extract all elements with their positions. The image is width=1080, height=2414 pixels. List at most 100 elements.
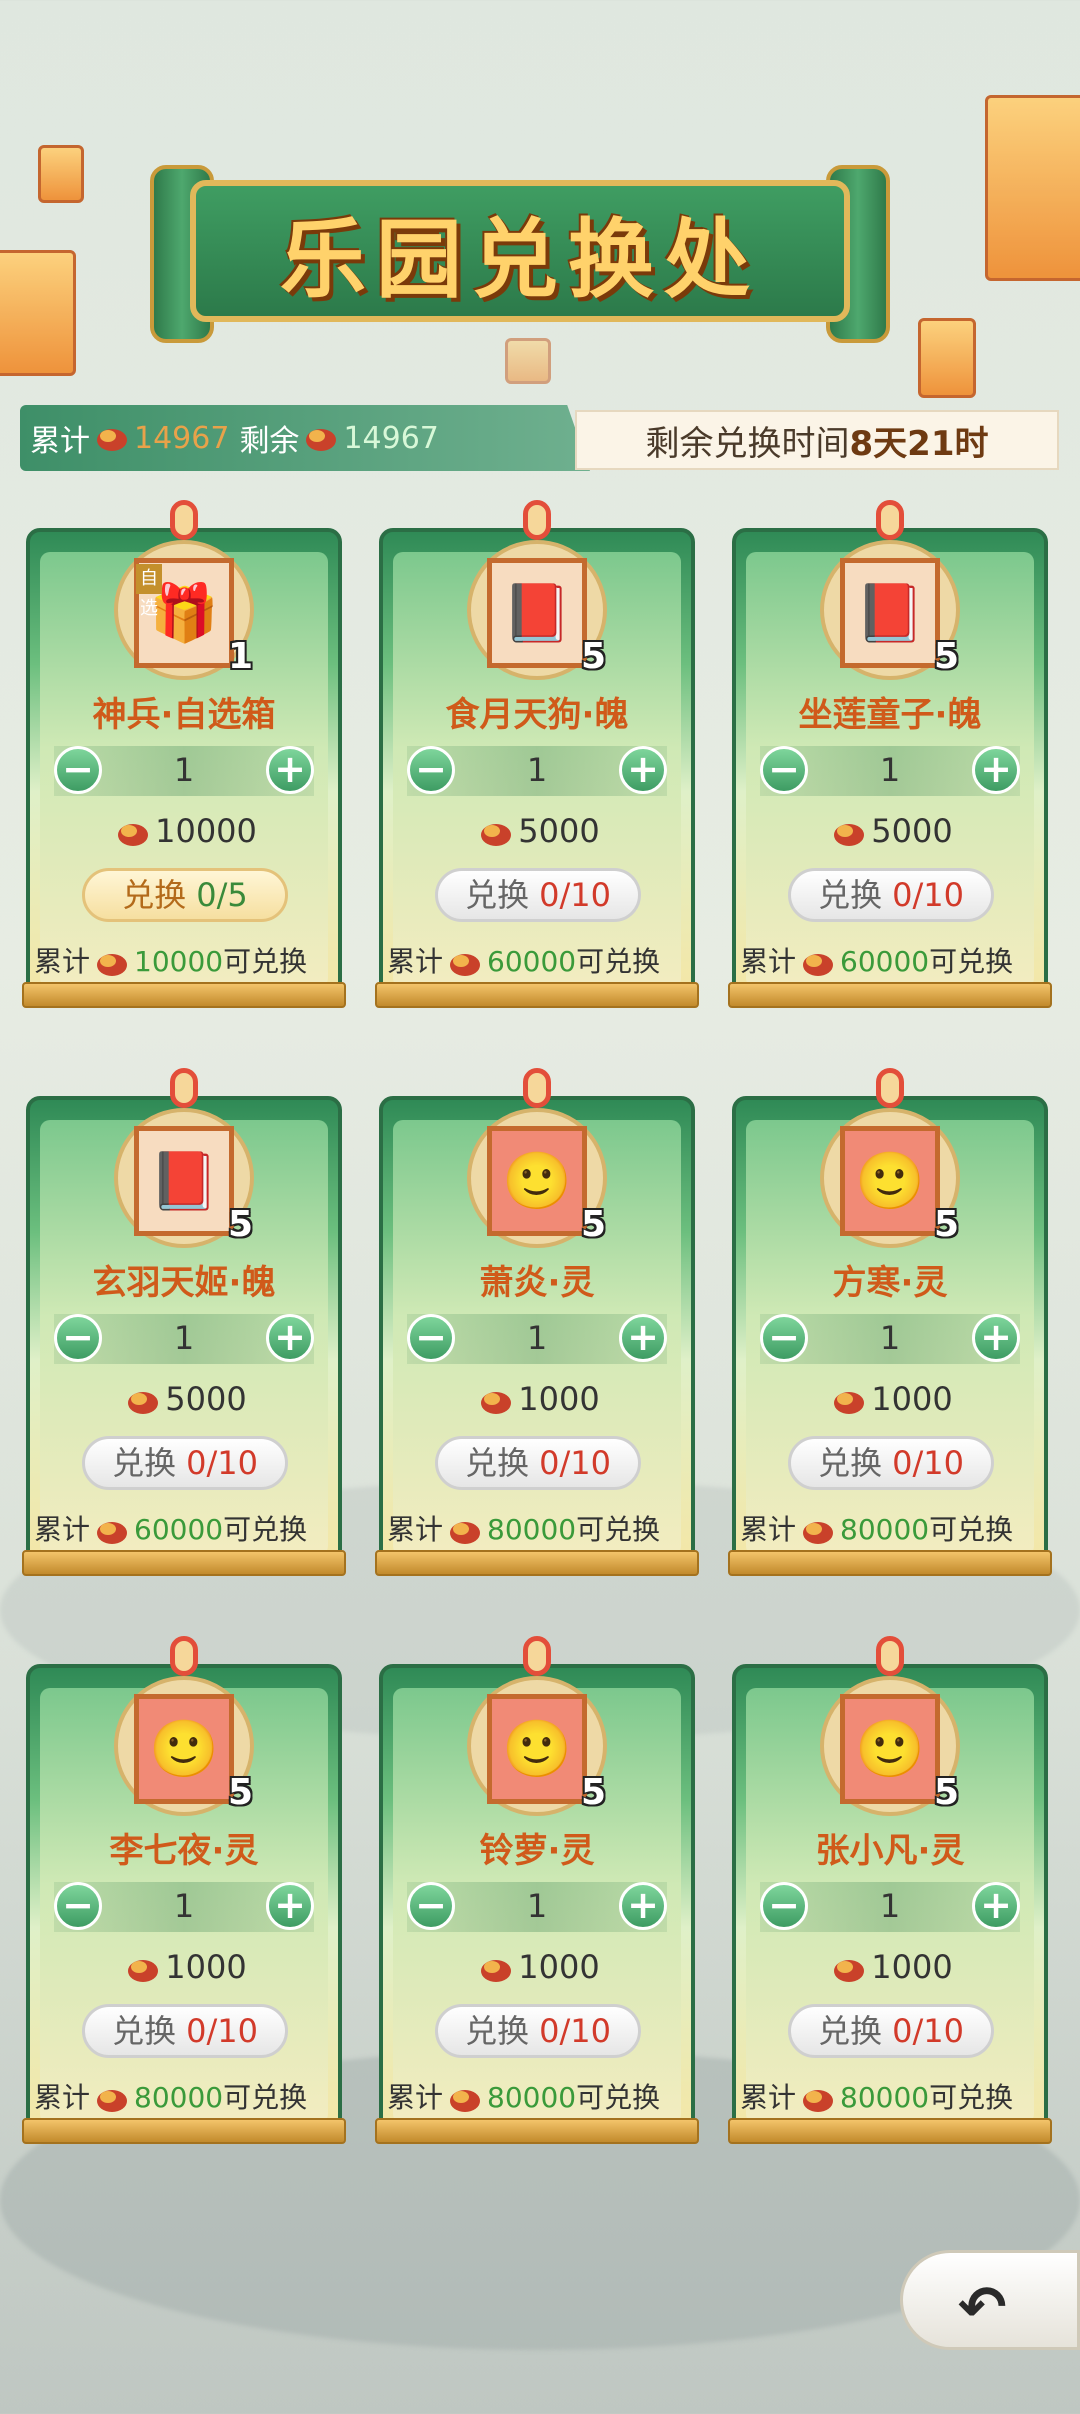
remain-label: 剩余 [239,424,300,459]
exchange-button[interactable]: 兑换 0/10 [435,2004,641,2058]
exchange-item-card: 🙂 5 张小凡·灵 − 1 + 1000 兑换 0/10 累计 80000可兑换 [728,1636,1052,2156]
cumulative-label: 累计 [34,1513,91,1546]
quantity-value: 1 [879,1319,901,1357]
exchange-button[interactable]: 兑换 0/10 [435,1436,641,1490]
can-exchange-label: 可兑换 [929,1513,1014,1546]
coin-icon [450,954,481,976]
item-count: 5 [228,1772,254,1813]
back-button[interactable]: ↶ [900,2250,1080,2350]
cumulative-label: 累计 [387,2081,444,2114]
increase-button[interactable]: + [619,746,667,794]
cumulative-label: 累计 [387,945,444,978]
item-count: 5 [581,1204,607,1245]
portrait-icon: 🙂 [855,1717,925,1782]
decrease-button[interactable]: − [760,1314,808,1362]
exchange-item-card: 🙂 5 萧炎·灵 − 1 + 1000 兑换 0/10 累计 80000可兑换 [375,1068,699,1588]
item-name: 铃萝·灵 [479,1831,595,1871]
banner-body: 乐园兑换处 [190,180,850,322]
coin-icon [481,824,512,846]
decrease-button[interactable]: − [760,1882,808,1930]
cumulative-label: 累计 [740,1513,797,1546]
increase-button[interactable]: + [972,1314,1020,1362]
item-tag: 自选 [136,564,162,619]
exchange-button[interactable]: 兑换 0/10 [788,868,994,922]
title-banner: 乐园兑换处 [150,150,890,343]
increase-button[interactable]: + [266,746,314,794]
increase-button[interactable]: + [619,1314,667,1362]
increase-button[interactable]: + [619,1882,667,1930]
cumulative-label: 累计 [34,945,91,978]
exchange-label: 兑换 [465,2012,530,2050]
exchange-label: 兑换 [818,1444,883,1482]
unlock-requirement: 累计 80000可兑换 [34,2076,338,2116]
coin-icon [450,1522,481,1544]
exchange-progress: 0/5 [196,876,248,914]
exchange-item-card: 🙂 5 铃萝·灵 − 1 + 1000 兑换 0/10 累计 80000可兑换 [375,1636,699,2156]
increase-button[interactable]: + [972,1882,1020,1930]
decrease-button[interactable]: − [54,746,102,794]
exchange-item-card: 🙂 5 李七夜·灵 − 1 + 1000 兑换 0/10 累计 80000可兑换 [22,1636,346,2156]
item-thumbnail[interactable]: 📕 [840,558,940,668]
decrease-button[interactable]: − [760,746,808,794]
increase-button[interactable]: + [972,746,1020,794]
exchange-progress: 0/10 [539,1444,611,1482]
increase-button[interactable]: + [266,1882,314,1930]
price-value: 5000 [518,812,600,850]
can-exchange-label: 可兑换 [223,2081,308,2114]
item-count: 5 [934,1204,960,1245]
coin-icon [803,2090,834,2112]
exchange-button[interactable]: 兑换 0/10 [82,1436,288,1490]
book-icon: 📕 [502,581,572,646]
increase-button[interactable]: + [266,1314,314,1362]
item-thumbnail[interactable]: 🙂 [134,1694,234,1804]
requirement-value: 80000 [840,2081,930,2114]
requirement-value: 80000 [487,2081,577,2114]
card-base [22,2118,346,2144]
price-value: 5000 [165,1380,247,1418]
price-value: 1000 [871,1380,953,1418]
exchange-button[interactable]: 兑换 0/10 [435,868,641,922]
decrease-button[interactable]: − [407,746,455,794]
total-points-value: 14967 [134,420,230,456]
timer-label: 剩余兑换时间 [645,423,850,464]
quantity-value: 1 [173,1887,195,1925]
portrait-icon: 🙂 [502,1149,572,1214]
decrease-button[interactable]: − [407,1314,455,1362]
quantity-stepper: − 1 + [760,1314,1020,1364]
item-thumbnail[interactable]: 📕 [487,558,587,668]
quantity-stepper: − 1 + [407,746,667,796]
cumulative-label: 累计 [387,1513,444,1546]
item-price: 1000 [375,1380,699,1418]
exchange-item-card: 📕 5 食月天狗·魄 − 1 + 5000 兑换 0/10 累计 60000可兑换 [375,500,699,1020]
remaining-points-value: 14967 [343,420,439,456]
item-price: 1000 [375,1948,699,1986]
exchange-button[interactable]: 兑换 0/10 [788,1436,994,1490]
card-base [728,982,1052,1008]
item-name: 李七夜·灵 [109,1831,259,1871]
item-thumbnail[interactable]: 🙂 [840,1694,940,1804]
exchange-item-card: 📕 5 坐莲童子·魄 − 1 + 5000 兑换 0/10 累计 60000可兑换 [728,500,1052,1020]
exchange-button[interactable]: 兑换 0/10 [82,2004,288,2058]
coin-icon [803,1522,834,1544]
exchange-button[interactable]: 兑换 0/5 [82,868,288,922]
can-exchange-label: 可兑换 [223,1513,308,1546]
quantity-stepper: − 1 + [760,1882,1020,1932]
item-price: 5000 [375,812,699,850]
item-thumbnail[interactable]: 🙂 [840,1126,940,1236]
requirement-value: 60000 [134,1513,224,1546]
decrease-button[interactable]: − [54,1314,102,1362]
decrease-button[interactable]: − [54,1882,102,1930]
item-price: 10000 [22,812,346,850]
card-base [22,1550,346,1576]
item-thumbnail[interactable]: 🙂 [487,1126,587,1236]
can-exchange-label: 可兑换 [576,1513,661,1546]
item-thumbnail[interactable]: 📕 [134,1126,234,1236]
can-exchange-label: 可兑换 [576,945,661,978]
item-thumbnail[interactable]: 🙂 [487,1694,587,1804]
quantity-stepper: − 1 + [54,1314,314,1364]
exchange-item-card: 🎁 自选 1 神兵·自选箱 − 1 + 10000 兑换 0/5 累计 10000可… [22,500,346,1020]
decrease-button[interactable]: − [407,1882,455,1930]
exchange-button[interactable]: 兑换 0/10 [788,2004,994,2058]
book-icon: 📕 [149,1149,219,1214]
hanging-hook [523,500,551,540]
